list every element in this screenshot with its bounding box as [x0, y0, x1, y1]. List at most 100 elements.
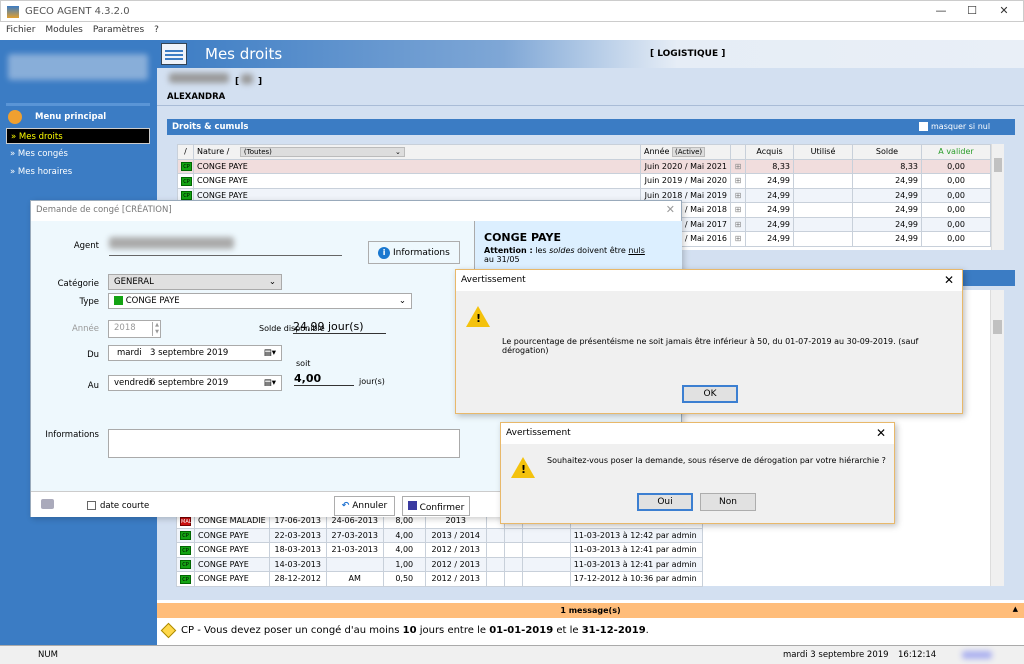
a-valider-cell: 0,00: [921, 231, 991, 247]
status-user: [962, 651, 992, 659]
expand-icon[interactable]: ⊞: [730, 216, 746, 232]
acquis-cell: 24,99: [745, 202, 794, 218]
empty-cell: [503, 527, 523, 543]
masquer-si-nul-label: masquer si nul: [931, 122, 991, 131]
collapse-icon[interactable]: ▲: [1013, 605, 1018, 613]
jours-cell: 4,00: [382, 542, 426, 558]
type-dropdown[interactable]: CONGE PAYE ⌄: [108, 293, 412, 309]
empty-cell: [521, 556, 571, 572]
title-bar: GECO AGENT 4.3.2.0 — ☐ ✕: [0, 0, 1024, 22]
conge-row[interactable]: CP CONGE PAYE 22-03-2013 27-03-2013 4,00 2013…: [176, 527, 703, 543]
annee-spinner[interactable]: 2018 ▲ ▼: [108, 320, 161, 338]
annee-filter-dropdown[interactable]: (Active): [672, 147, 706, 158]
informations-button[interactable]: i Informations: [368, 241, 460, 264]
created-cell: 11-03-2013 à 12:41 par admin: [569, 542, 703, 558]
expand-icon[interactable]: ⊞: [730, 173, 746, 189]
droits-scrollbar[interactable]: [991, 144, 1004, 250]
conge-row[interactable]: CP CONGE PAYE 18-03-2013 21-03-2013 4,00 2012…: [176, 542, 703, 558]
solde-cell: 24,99: [852, 173, 922, 189]
informations-textarea[interactable]: [108, 429, 460, 458]
menu-parametres[interactable]: Paramètres: [93, 25, 144, 36]
bracket-open: [: [235, 77, 240, 87]
au-cell: [325, 556, 384, 572]
type-label: Type: [79, 297, 99, 307]
ok-button[interactable]: OK: [682, 385, 738, 403]
menu-modules[interactable]: Modules: [45, 25, 82, 36]
close-icon[interactable]: ✕: [666, 203, 675, 216]
expand-icon[interactable]: ⊞: [730, 231, 746, 247]
confirmer-button[interactable]: Confirmer: [402, 496, 470, 516]
type-badge-cell: CP: [177, 173, 194, 189]
maximize-button[interactable]: ☐: [957, 4, 987, 20]
conges-scrollbar[interactable]: [990, 290, 1004, 586]
close-icon[interactable]: ✕: [944, 273, 954, 287]
type-info-panel: CONGE PAYE Attention : les soldes doiven…: [474, 221, 682, 271]
nature-filter-dropdown[interactable]: (Toutes) ⌄: [239, 146, 405, 157]
menu-fichier[interactable]: Fichier: [6, 25, 35, 36]
date-courte-checkbox[interactable]: [87, 501, 96, 510]
annuler-button[interactable]: ↶ Annuler: [334, 496, 395, 516]
acquis-header[interactable]: Acquis: [745, 144, 794, 160]
agent-info: [ ] ALEXANDRA: [157, 68, 1024, 106]
chevron-down-icon: ⌄: [398, 296, 406, 306]
categorie-dropdown[interactable]: GENERAL ⌄: [108, 274, 282, 290]
droits-row[interactable]: CP CONGE PAYE Juin 2019 / Mai 2020 ⊞ 24,99 24…: [177, 173, 991, 189]
utilise-cell: [793, 173, 853, 189]
sidebar-item-mes-droits[interactable]: » Mes droits: [6, 128, 150, 144]
informations-label: Informations: [45, 430, 99, 440]
non-button[interactable]: Non: [700, 493, 756, 511]
du-cell: 28-12-2012: [268, 571, 327, 587]
alert-message: Souhaitez-vous poser la demande, sous ré…: [547, 456, 886, 465]
au-date-picker[interactable]: vendredi6 septembre 2019 ▤▾: [108, 375, 282, 391]
a-valider-cell: 0,00: [921, 173, 991, 189]
du-cell: 14-03-2013: [268, 556, 327, 572]
calendar-icon[interactable]: ▤▾: [264, 378, 276, 388]
du-cell: 22-03-2013: [268, 527, 327, 543]
messages-bar[interactable]: 1 message(s) ▲: [157, 603, 1024, 618]
warning-diamond-icon: [160, 622, 177, 639]
solde-cell: 24,99: [852, 231, 922, 247]
nature-cell: CONGE PAYE: [194, 571, 270, 587]
sidebar-item-mes-horaires[interactable]: » Mes horaires: [6, 164, 150, 180]
expand-icon[interactable]: ⊞: [730, 158, 746, 174]
alert-message: Le pourcentage de présentéisme ne soit j…: [502, 337, 919, 355]
conge-row[interactable]: CP CONGE PAYE 14-03-2013 1,00 2012 / 2013 11-…: [176, 556, 703, 572]
calendar-icon[interactable]: ▤▾: [264, 348, 276, 358]
a-valider-header[interactable]: A valider: [921, 144, 991, 160]
spinner-arrows-icon[interactable]: ▲ ▼: [152, 322, 159, 336]
menu-help[interactable]: ?: [154, 25, 159, 36]
empty-cell: [503, 542, 523, 558]
organization-logo: [8, 54, 148, 80]
empty-cell: [485, 571, 505, 587]
sort-header[interactable]: /: [177, 144, 194, 160]
view-menu-button[interactable]: [161, 43, 187, 65]
created-cell: 17-12-2012 à 10:36 par admin: [569, 571, 703, 587]
sidebar-item-mes-conges[interactable]: » Mes congés: [6, 146, 150, 162]
type-badge: CP: [180, 574, 191, 584]
nature-header[interactable]: Nature / (Toutes) ⌄: [193, 144, 641, 160]
du-date-picker[interactable]: mardi 3 septembre 2019 ▤▾: [108, 345, 282, 361]
close-button[interactable]: ✕: [989, 4, 1019, 20]
expand-icon[interactable]: ⊞: [730, 187, 746, 203]
acquis-cell: 8,33: [745, 158, 794, 174]
masquer-si-nul-checkbox[interactable]: [919, 122, 928, 131]
utilise-cell: [793, 231, 853, 247]
oui-button[interactable]: Oui: [637, 493, 693, 511]
droits-row[interactable]: CP CONGE PAYE Juin 2020 / Mai 2021 ⊞ 8,33 8,3…: [177, 158, 991, 174]
annee-label: Année: [71, 324, 99, 334]
conge-row[interactable]: CP CONGE PAYE 28-12-2012 AM 0,50 2012 / 2013 1…: [176, 571, 703, 587]
droits-panel-title: Droits & cumuls: [172, 122, 249, 132]
annee-header[interactable]: Année (Active): [640, 144, 731, 160]
utilise-cell: [793, 158, 853, 174]
solde-header[interactable]: Solde: [852, 144, 922, 160]
user-menu-icon: [8, 110, 22, 124]
utilise-header[interactable]: Utilisé: [793, 144, 853, 160]
annee-cell: 2012 / 2013: [424, 542, 487, 558]
close-icon[interactable]: ✕: [876, 426, 886, 440]
expand-icon[interactable]: ⊞: [730, 202, 746, 218]
minimize-button[interactable]: —: [926, 4, 956, 20]
empty-cell: [503, 556, 523, 572]
empty-cell: [503, 571, 523, 587]
solde-cell: 24,99: [852, 216, 922, 232]
print-icon[interactable]: [41, 499, 54, 509]
